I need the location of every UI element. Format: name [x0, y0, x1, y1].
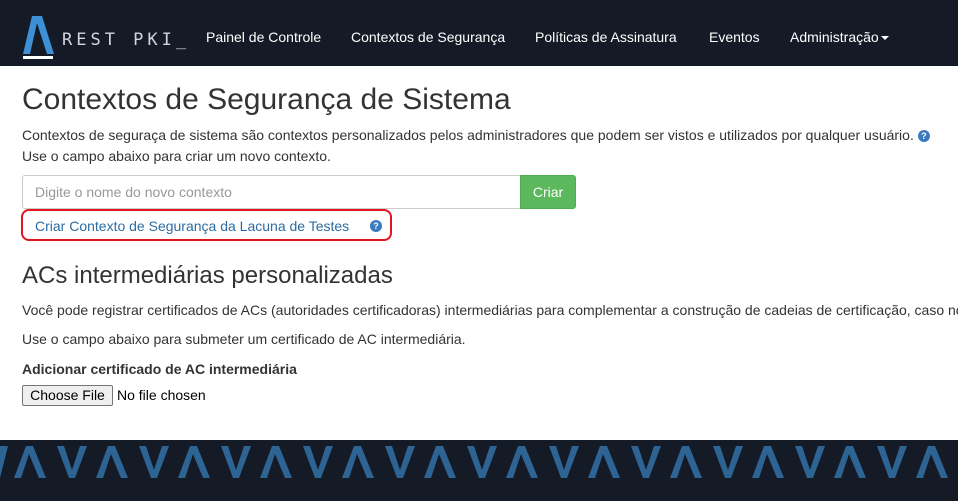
lambda-pattern [0, 446, 948, 478]
lambda-logo-icon [23, 16, 54, 59]
nav-contextos-de-seguranca[interactable]: Contextos de Segurança [351, 29, 505, 45]
nav-administracao-label: Administração [790, 29, 879, 45]
description-line-2: Use o campo abaixo para criar um novo co… [22, 148, 331, 164]
description-line-1: Contextos de seguraça de sistema são con… [22, 127, 930, 143]
new-context-name-input[interactable] [22, 175, 520, 209]
file-status: No file chosen [117, 387, 206, 403]
intermediate-ca-paragraph-2: Use o campo abaixo para submeter um cert… [22, 331, 466, 347]
question-circle-icon[interactable]: ? [370, 220, 382, 232]
page-title: Contextos de Segurança de Sistema [22, 83, 511, 116]
footer-pattern [0, 440, 958, 501]
question-circle-icon[interactable]: ? [917, 130, 930, 142]
nav-painel-de-controle[interactable]: Painel de Controle [206, 29, 321, 45]
add-intermediate-ca-label: Adicionar certificado de AC intermediári… [22, 361, 297, 377]
nav-eventos[interactable]: Eventos [709, 29, 760, 45]
brand-logo[interactable]: REST PKI_ [22, 14, 202, 59]
intermediate-ca-paragraph-1: Você pode registrar certificados de ACs … [22, 302, 958, 318]
brand-name: REST PKI_ [62, 30, 191, 50]
create-context-button[interactable]: Criar [520, 175, 576, 209]
nav-administracao[interactable]: Administração [790, 29, 889, 45]
caret-down-icon [880, 36, 889, 41]
create-test-context-link[interactable]: Criar Contexto de Segurança da Lacuna de… [35, 218, 349, 234]
choose-file-button[interactable]: Choose File [22, 385, 113, 406]
top-navbar: REST PKI_ Painel de Controle Contextos d… [0, 0, 958, 66]
description-text: Contextos de seguraça de sistema são con… [22, 127, 914, 143]
intermediate-ca-title: ACs intermediárias personalizadas [22, 262, 393, 289]
nav-politicas-de-assinatura[interactable]: Políticas de Assinatura [535, 29, 677, 45]
